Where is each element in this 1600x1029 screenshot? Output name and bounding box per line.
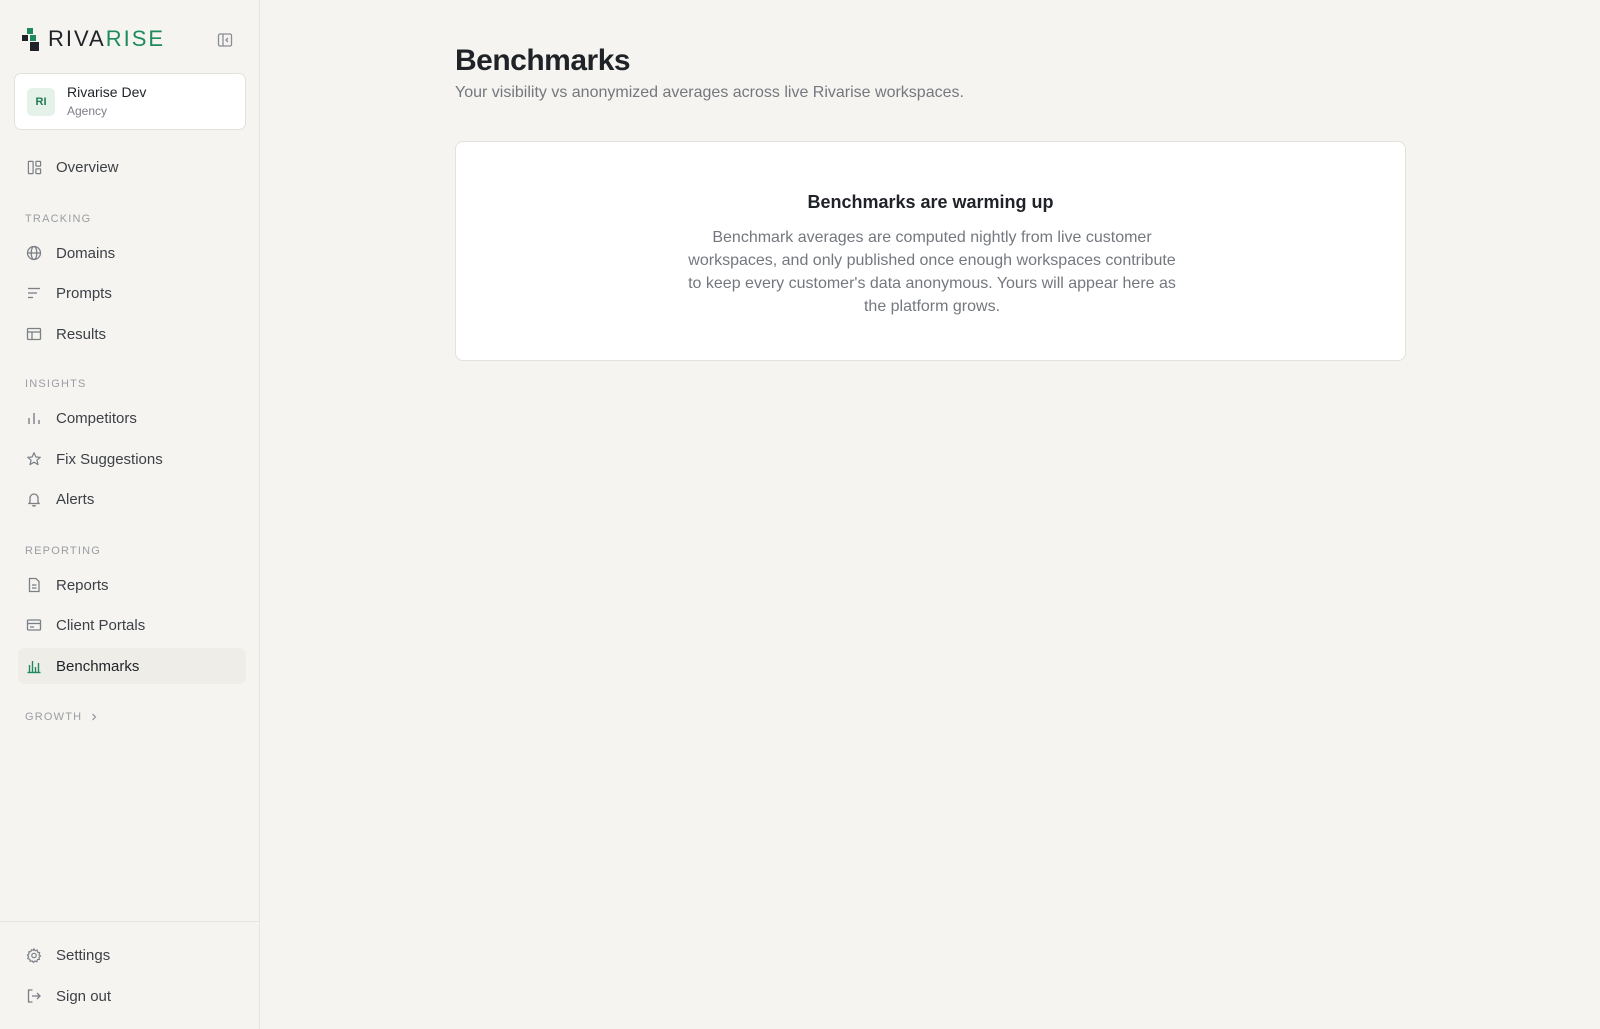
nav-item-domains[interactable]: Domains (18, 235, 246, 271)
logo-mark-icon (22, 27, 46, 51)
document-icon (26, 577, 42, 593)
page-title: Benchmarks (455, 44, 631, 77)
bar-chart-icon (26, 410, 42, 426)
empty-state-title: Benchmarks are warming up (807, 192, 1054, 212)
nav-label: Benchmarks (56, 657, 140, 675)
window-icon (26, 617, 42, 633)
dashboard-icon (26, 159, 42, 175)
table-icon (26, 326, 42, 342)
nav-label: Settings (56, 946, 111, 964)
workspace-avatar: RI (27, 87, 55, 116)
collapse-sidebar-button[interactable] (216, 31, 234, 49)
benchmark-chart-icon (26, 658, 42, 674)
section-label-growth: GROWTH (25, 711, 83, 723)
nav-item-sign-out[interactable]: Sign out (18, 978, 246, 1014)
workspace-switcher[interactable]: RI Rivarise Dev Agency (14, 73, 246, 130)
brand-name: RIVARISE (48, 26, 166, 51)
empty-state-body: Benchmark averages are computed nightly … (688, 229, 1176, 315)
sidebar: RIVARISE RI Rivarise Dev Agency Overview… (0, 0, 260, 1029)
nav-label: Client Portals (56, 616, 146, 634)
gear-icon (26, 947, 42, 963)
nav-item-benchmarks[interactable]: Benchmarks (18, 648, 246, 684)
nav-item-client-portals[interactable]: Client Portals (18, 607, 246, 643)
nav-label: Reports (56, 576, 109, 594)
brand-logo[interactable]: RIVARISE (22, 27, 165, 51)
section-label-tracking: TRACKING (25, 213, 92, 225)
workspace-type: Agency (67, 104, 108, 118)
bell-icon (26, 491, 42, 507)
chevron-right-icon (92, 713, 97, 721)
nav-label: Results (56, 325, 107, 343)
nav-label: Fix Suggestions (56, 450, 163, 468)
sidebar-divider (0, 921, 260, 922)
sidebar-toggle-icon (217, 33, 233, 47)
nav-item-results[interactable]: Results (18, 316, 246, 352)
section-label-reporting: REPORTING (25, 545, 101, 557)
nav-label: Competitors (56, 409, 137, 427)
nav-label: Overview (56, 158, 119, 176)
nav-item-overview[interactable]: Overview (18, 149, 246, 185)
nav-label: Prompts (56, 284, 112, 302)
nav-item-competitors[interactable]: Competitors (18, 400, 246, 436)
page-subtitle: Your visibility vs anonymized averages a… (455, 84, 964, 101)
empty-state-card: Benchmarks are warming up Benchmark aver… (455, 141, 1406, 361)
star-icon (26, 451, 42, 467)
lines-icon (26, 285, 42, 301)
nav-item-fix-suggestions[interactable]: Fix Suggestions (18, 441, 246, 477)
nav-item-alerts[interactable]: Alerts (18, 481, 246, 517)
section-toggle-growth[interactable]: GROWTH (25, 711, 100, 723)
nav-item-prompts[interactable]: Prompts (18, 275, 246, 311)
nav-item-reports[interactable]: Reports (18, 567, 246, 603)
workspace-name: Rivarise Dev (67, 84, 147, 100)
globe-icon (26, 245, 42, 261)
section-label-insights: INSIGHTS (25, 378, 87, 390)
nav-item-settings[interactable]: Settings (18, 937, 246, 973)
nav-label: Alerts (56, 490, 95, 508)
sign-out-icon (26, 988, 42, 1004)
nav-label: Domains (56, 244, 116, 262)
nav-label: Sign out (56, 987, 112, 1005)
